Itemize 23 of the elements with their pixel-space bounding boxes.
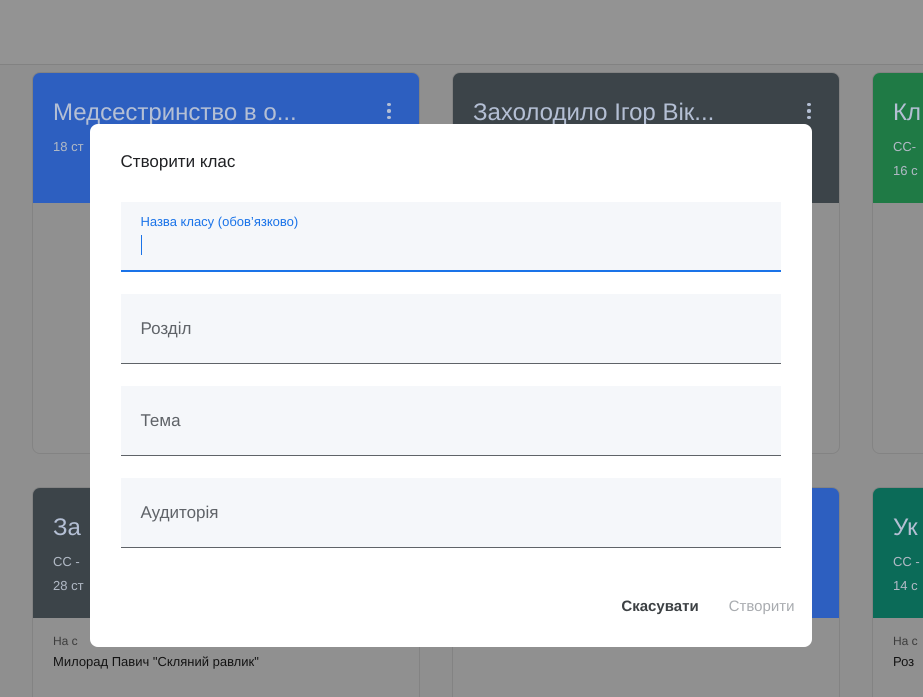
assignment-text: Милорад Павич "Скляний равлик" [53,654,260,669]
text-cursor [140,235,142,255]
cancel-button[interactable]: Скасувати [613,590,707,623]
class-subtitle: 16 с [893,162,919,180]
dialog-title: Створити клас [120,152,236,172]
class-subtitle: СС - [893,553,920,571]
text-field[interactable]: Тема [120,386,780,456]
class-subtitle: СС- [893,138,918,156]
due-label: На с [893,634,919,648]
class-subtitle: 28 ст [53,577,84,595]
assignment-text: Роз [893,654,916,669]
text-field[interactable]: Аудиторія [120,478,780,548]
class-subtitle: СС - [53,553,81,571]
class-title[interactable]: За [53,512,84,544]
class-title[interactable]: Кл [893,97,921,129]
text-field[interactable]: Розділ [120,294,780,364]
due-label: На с [53,634,79,648]
class-subtitle: 14 с [893,577,919,595]
class-card[interactable]: Кл СС- 16 с [872,72,923,454]
class-subtitle: 18 ст [53,138,85,156]
class-title[interactable]: Ук [893,512,920,544]
text-field[interactable]: Назва класу (обов’язково) [120,202,780,272]
class-card[interactable]: Ук СС - 14 с На с Роз [872,487,923,697]
